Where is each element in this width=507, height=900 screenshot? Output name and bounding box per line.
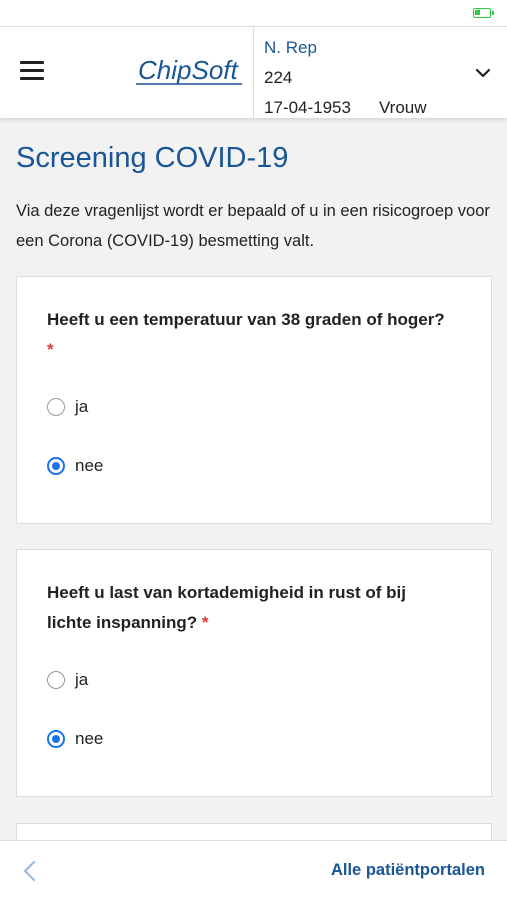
option-label: nee [75, 456, 104, 475]
radio-button[interactable] [47, 671, 65, 689]
svg-text:ChipSoft: ChipSoft [138, 55, 239, 85]
question-label: Heeft u een temperatuur van 38 graden of… [47, 305, 447, 365]
patient-name: N. Rep [264, 38, 317, 57]
radio-button[interactable] [47, 398, 65, 416]
menu-icon[interactable] [20, 61, 44, 81]
question-text: Heeft u een temperatuur van 38 graden of… [47, 310, 445, 329]
option-label: ja [75, 670, 89, 689]
option-nee[interactable]: nee [47, 729, 103, 749]
chevron-down-icon[interactable] [473, 63, 493, 83]
option-label: nee [75, 729, 104, 748]
bottom-bar: Alle patiëntportalen [0, 840, 507, 900]
app-header: ChipSoft N. Rep 224 17-04-1953 Vrouw [0, 26, 507, 119]
question-label: Heeft u last van kortademigheid in rust … [47, 578, 447, 638]
patient-id: 224 [264, 68, 293, 87]
required-marker: * [47, 340, 54, 359]
status-bar [0, 0, 507, 26]
question-card: Heeft u last van kortademigheid in rust … [16, 549, 492, 797]
option-nee[interactable]: nee [47, 456, 103, 476]
chipsoft-logo: ChipSoft [136, 55, 242, 85]
page-title: Screening COVID-19 [16, 142, 289, 174]
main-content: Screening COVID-19 Via deze vragenlijst … [0, 118, 507, 840]
option-label: ja [75, 397, 89, 416]
radio-button-selected[interactable] [47, 730, 65, 748]
question-card-partial [16, 823, 492, 840]
option-ja[interactable]: ja [47, 397, 88, 417]
question-card: Heeft u een temperatuur van 38 graden of… [16, 276, 492, 524]
all-portals-link[interactable]: Alle patiëntportalen [331, 861, 485, 880]
chevron-left-icon[interactable] [20, 859, 40, 883]
question-text: Heeft u last van kortademigheid in rust … [47, 583, 406, 632]
radio-button-selected[interactable] [47, 457, 65, 475]
battery-icon [473, 8, 494, 18]
required-marker: * [201, 613, 209, 632]
header-divider [253, 27, 254, 119]
patient-info[interactable]: N. Rep 224 17-04-1953 Vrouw [264, 33, 427, 123]
option-ja[interactable]: ja [47, 670, 88, 690]
intro-text: Via deze vragenlijst wordt er bepaald of… [16, 202, 490, 250]
